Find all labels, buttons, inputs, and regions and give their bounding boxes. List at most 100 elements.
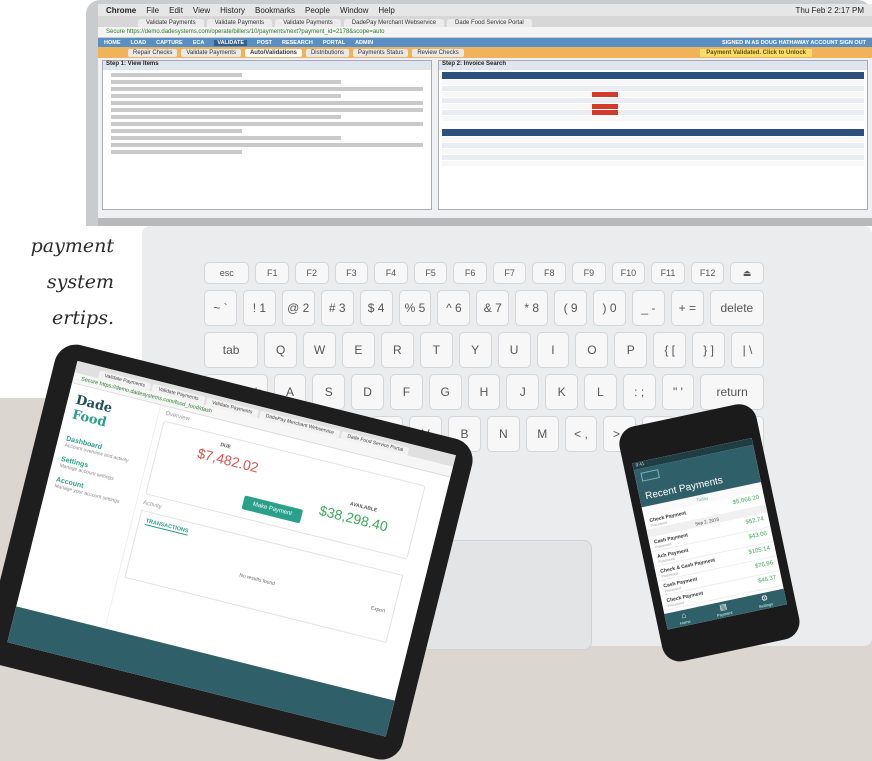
keyboard-key[interactable]: { [ (653, 332, 687, 368)
keyboard-key[interactable]: K (545, 374, 578, 410)
keyboard-key[interactable]: ^ 6 (437, 290, 471, 326)
keyboard-key[interactable]: G (428, 374, 462, 410)
keyboard-key[interactable]: H (467, 374, 501, 410)
table-row[interactable] (442, 110, 864, 115)
address-bar[interactable]: Secure https://demo.dadesystems.com/oper… (98, 27, 872, 38)
tab-payment[interactable]: ▤ Payment (715, 601, 732, 617)
keyboard-key[interactable]: ( 9 (554, 290, 588, 326)
keyboard-key[interactable]: # 3 (320, 290, 354, 326)
table-row[interactable] (442, 98, 864, 103)
table-row[interactable] (442, 80, 864, 85)
keyboard-key[interactable]: F5 (413, 262, 448, 284)
subtab-payments-status[interactable]: Payments Status (352, 48, 409, 57)
browser-tab[interactable]: DadePay Merchant Webservice (343, 19, 445, 27)
menu-window[interactable]: Window (340, 6, 368, 15)
table-row[interactable] (442, 86, 864, 91)
keyboard-key[interactable]: @ 2 (281, 290, 315, 326)
keyboard-key[interactable]: < , (564, 416, 598, 452)
keyboard-key[interactable]: U (497, 332, 531, 368)
nav-capture[interactable]: CAPTURE (156, 40, 183, 46)
nav-post[interactable]: POST (257, 40, 272, 46)
subtab-review-checks[interactable]: Review Checks (412, 48, 464, 57)
nav-portal[interactable]: PORTAL (323, 40, 345, 46)
subtab-repair-checks[interactable]: Repair Checks (128, 48, 178, 57)
keyboard-key[interactable]: F4 (374, 262, 408, 284)
browser-tab[interactable]: Validate Payments (138, 19, 204, 27)
keyboard-key[interactable]: _ - (631, 290, 665, 326)
nav-research[interactable]: RESEARCH (282, 40, 313, 46)
keyboard-key[interactable]: T (419, 332, 453, 368)
keyboard-key[interactable]: Q (264, 332, 298, 368)
keyboard-key[interactable]: % 5 (398, 290, 432, 326)
keyboard-key[interactable]: O (575, 332, 609, 368)
nav-validate[interactable]: VALIDATE (214, 39, 247, 46)
keyboard-key[interactable]: J (506, 374, 540, 410)
keyboard-key[interactable]: F2 (295, 262, 329, 284)
keyboard-key[interactable]: } ] (692, 332, 726, 368)
keyboard-key[interactable]: ) 0 (593, 290, 626, 326)
nav-eca[interactable]: ECA (193, 40, 205, 46)
keyboard-key[interactable]: Y (458, 332, 492, 368)
subtab-distributions[interactable]: Distributions (305, 48, 349, 57)
keyboard-key[interactable]: & 7 (476, 290, 510, 326)
keyboard-key[interactable]: : ; (622, 374, 656, 410)
export-button[interactable]: Export (370, 605, 385, 614)
menu-file[interactable]: File (146, 6, 159, 15)
subtab-auto-validations[interactable]: Auto/Validations (244, 48, 302, 57)
menu-help[interactable]: Help (378, 6, 394, 15)
keyboard-key[interactable]: | \ (731, 332, 764, 368)
table-row[interactable] (442, 137, 864, 142)
table-row[interactable] (442, 104, 864, 109)
menu-chrome[interactable]: Chrome (106, 6, 136, 15)
browser-tab[interactable]: Dade Food Service Portal (447, 19, 532, 27)
keyboard-key[interactable]: $ 4 (359, 290, 393, 326)
keyboard-key[interactable]: E (341, 332, 375, 368)
keyboard-key[interactable]: F10 (611, 262, 646, 284)
keyboard-key[interactable]: * 8 (515, 290, 549, 326)
keyboard-key[interactable]: ! 1 (242, 290, 276, 326)
keyboard-key[interactable]: ~ ` (204, 290, 237, 326)
keyboard-key[interactable]: F (389, 374, 423, 410)
keyboard-key[interactable]: ⏏ (730, 262, 764, 284)
nav-home[interactable]: HOME (104, 40, 121, 46)
browser-tab[interactable]: Validate Payments (275, 19, 341, 27)
keyboard-key[interactable]: " ' (661, 374, 695, 410)
browser-tab[interactable]: Validate Payments (206, 19, 273, 27)
nav-admin[interactable]: ADMIN (355, 40, 373, 46)
keyboard-key[interactable]: F6 (453, 262, 487, 284)
payment-validated-banner[interactable]: Payment Validated. Click to Unlock (700, 48, 812, 57)
keyboard-key[interactable]: tab (204, 332, 259, 368)
tab-settings[interactable]: ⚙ Settings (757, 593, 773, 609)
menu-history[interactable]: History (220, 6, 245, 15)
keyboard-key[interactable]: P (614, 332, 648, 368)
menu-view[interactable]: View (193, 6, 210, 15)
keyboard-key[interactable]: F3 (334, 262, 369, 284)
subtab-validate-payments[interactable]: Validate Payments (181, 48, 241, 57)
table-row[interactable] (442, 155, 864, 160)
keyboard-key[interactable]: I (536, 332, 570, 368)
table-row[interactable] (442, 161, 864, 166)
table-row[interactable] (442, 149, 864, 154)
menu-people[interactable]: People (305, 6, 330, 15)
keyboard-key[interactable]: W (303, 332, 336, 368)
keyboard-key[interactable]: D (351, 374, 384, 410)
keyboard-key[interactable]: F12 (690, 262, 725, 284)
keyboard-key[interactable]: F9 (572, 262, 606, 284)
make-payment-button[interactable]: Make Payment (241, 495, 304, 524)
keyboard-key[interactable]: M (525, 416, 559, 452)
table-row[interactable] (442, 143, 864, 148)
menu-bookmarks[interactable]: Bookmarks (255, 6, 295, 15)
menu-edit[interactable]: Edit (169, 6, 183, 15)
keyboard-key[interactable]: delete (709, 290, 764, 326)
keyboard-key[interactable]: F8 (532, 262, 567, 284)
keyboard-key[interactable]: + = (670, 290, 704, 326)
tab-transactions[interactable]: TRANSACTIONS (144, 518, 189, 536)
keyboard-key[interactable]: F7 (492, 262, 527, 284)
table-row[interactable] (442, 116, 864, 121)
keyboard-key[interactable]: R (380, 332, 414, 368)
tab-home[interactable]: ⌂ Home (678, 610, 690, 625)
keyboard-key[interactable]: F11 (651, 262, 685, 284)
nav-load[interactable]: LOAD (131, 40, 147, 46)
keyboard-key[interactable]: F1 (255, 262, 289, 284)
keyboard-key[interactable]: L (583, 374, 617, 410)
